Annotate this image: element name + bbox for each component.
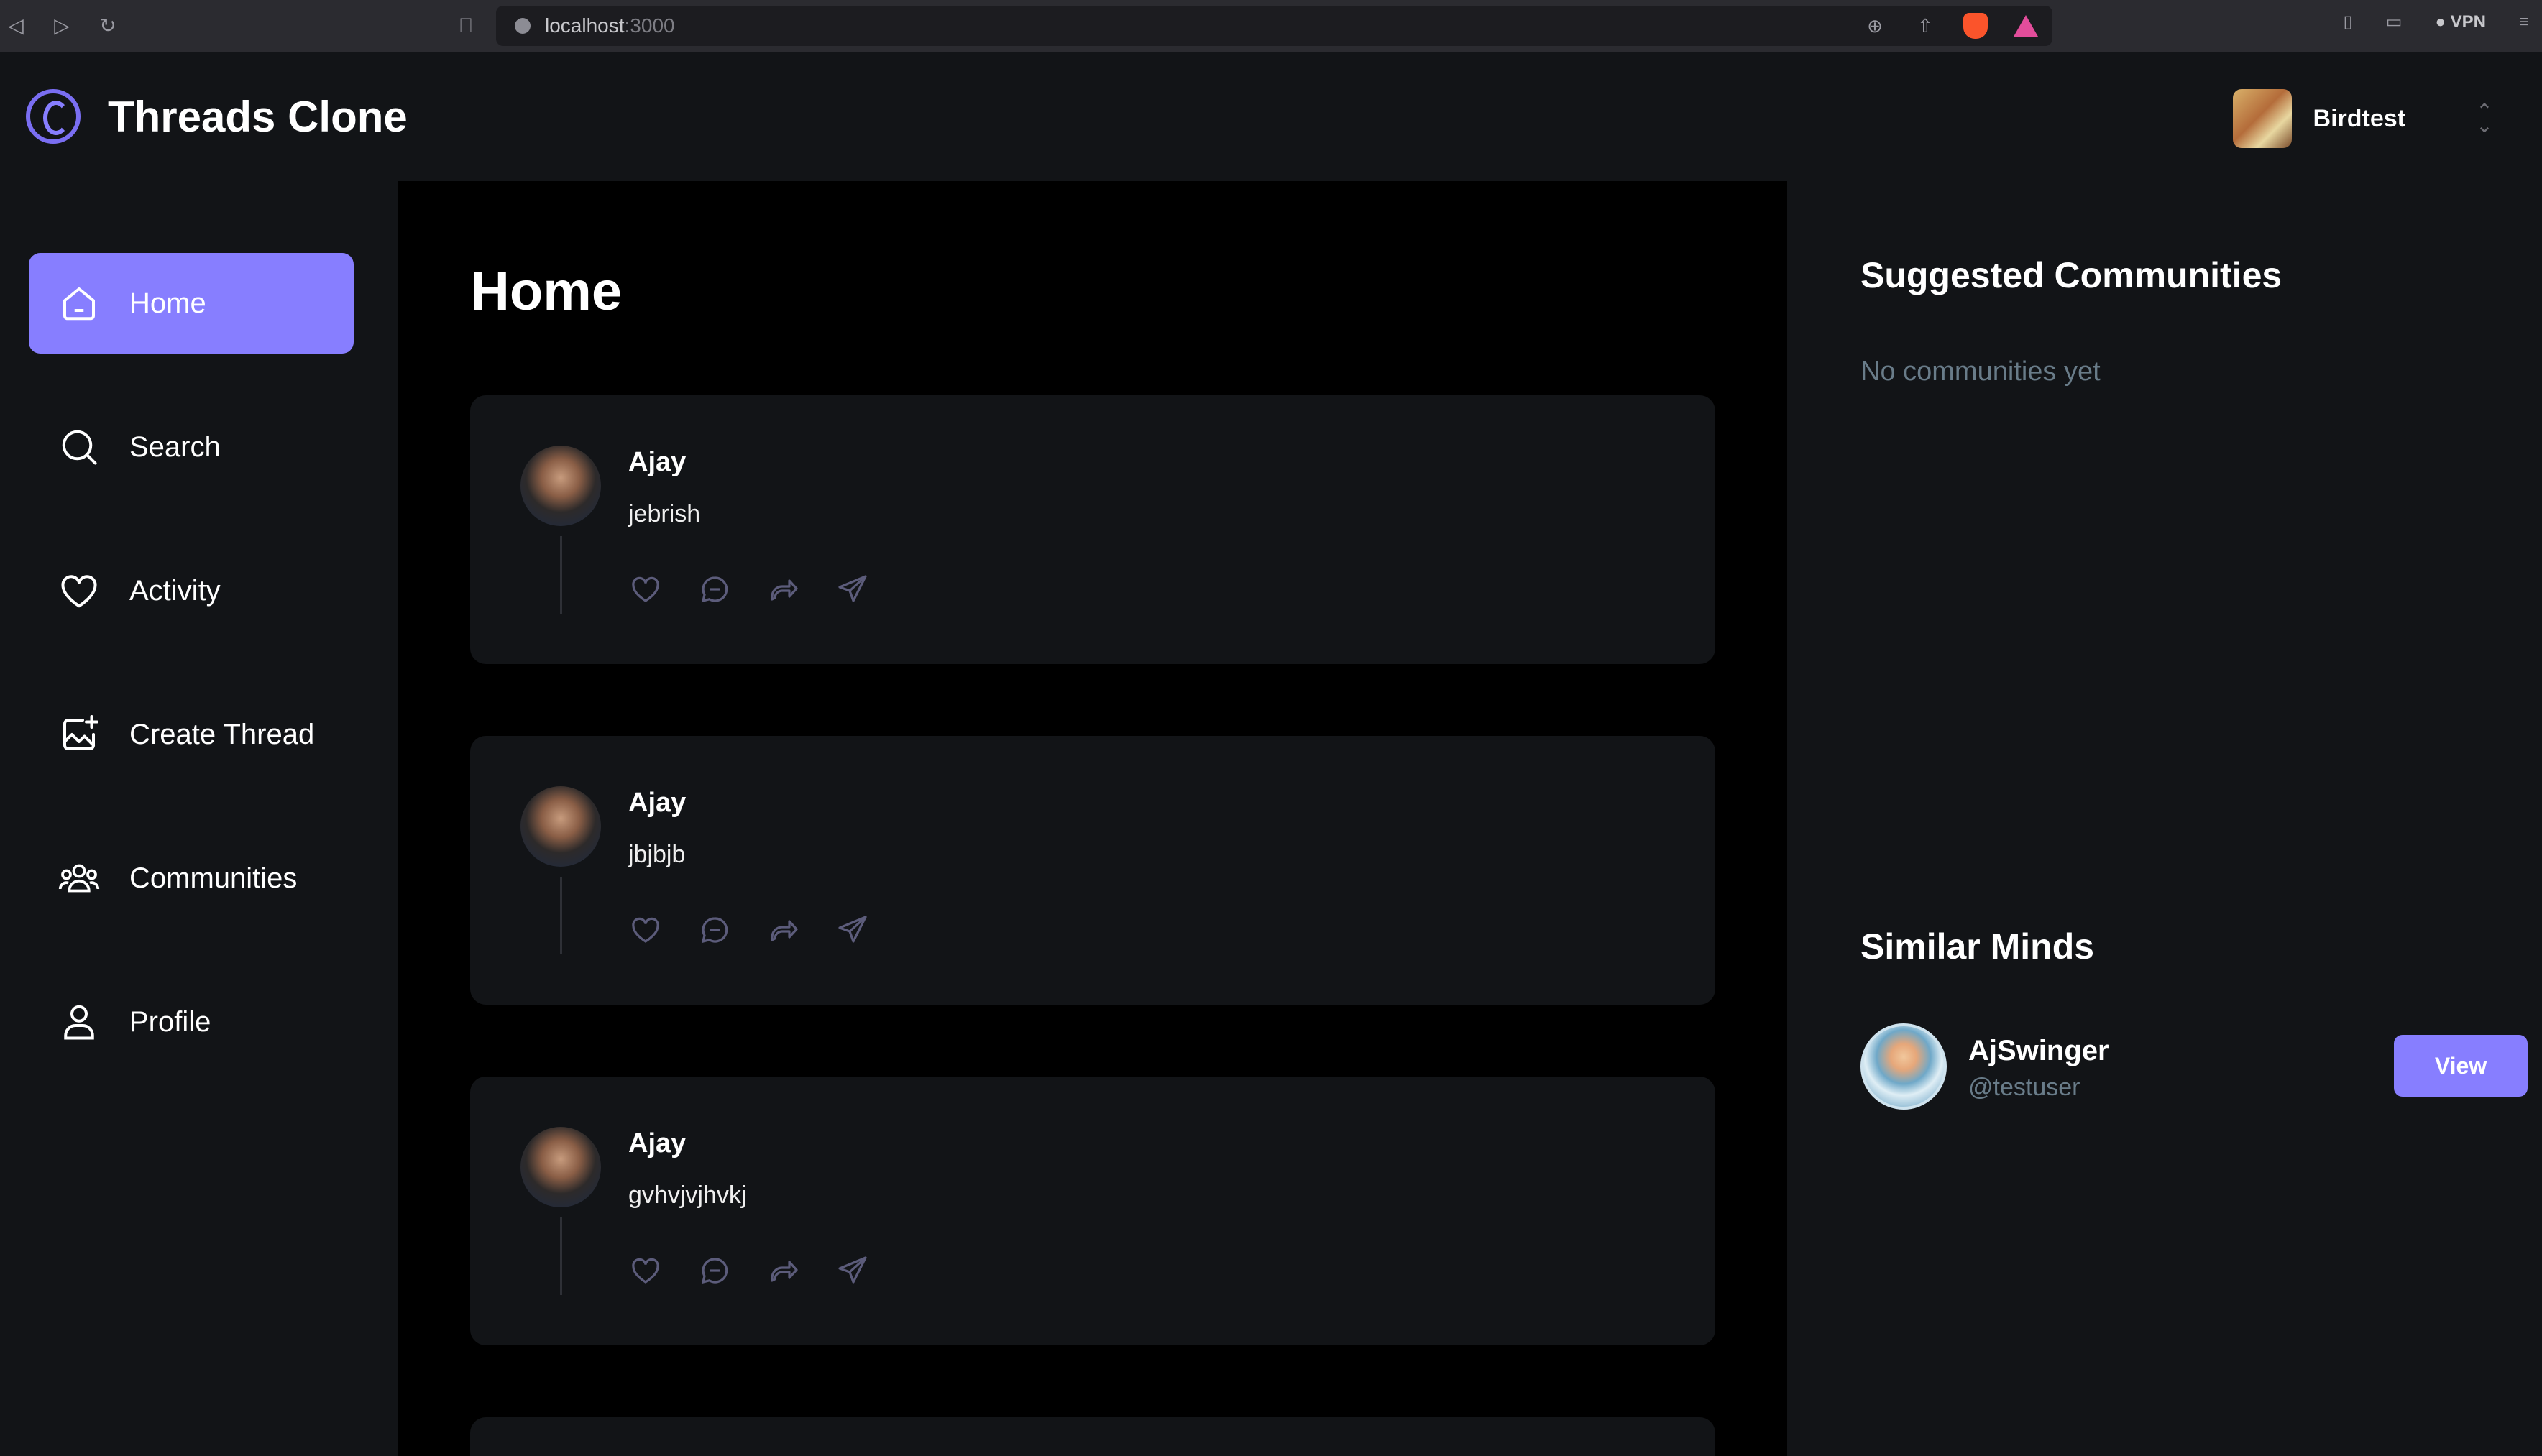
thread-author[interactable]: Ajay <box>628 1128 686 1159</box>
thread-content: gvhvjvjhvkj <box>628 1181 747 1209</box>
reply-icon[interactable] <box>697 572 732 607</box>
thread-author[interactable]: Ajay <box>628 447 686 478</box>
browser-right-controls: ▯ ▭ ● VPN ≡ <box>2344 11 2529 32</box>
sidebar-item-label: Search <box>129 430 221 463</box>
browser-toolbar: ◁ ▷ ↻ ⎕ localhost:3000 ⊕ ⇧ ▯ ▭ ● VPN ≡ <box>0 0 2542 52</box>
thread-line <box>560 877 562 954</box>
address-bar-tools: ⊕ ⇧ <box>1863 13 2038 39</box>
site-info-icon[interactable] <box>515 18 531 34</box>
logo-icon[interactable] <box>26 89 81 144</box>
sidebar-toggle-icon[interactable]: ▯ <box>2344 11 2353 32</box>
thread-card[interactable] <box>470 1417 1715 1456</box>
brave-shields-icon[interactable] <box>1963 13 1988 39</box>
share-icon[interactable]: ⇧ <box>1913 14 1937 38</box>
sidebar-item-communities[interactable]: Communities <box>29 828 354 929</box>
menu-icon[interactable]: ≡ <box>2519 12 2529 32</box>
sidebar-item-label: Create Thread <box>129 718 315 750</box>
heart-icon[interactable] <box>628 572 663 607</box>
home-icon <box>63 287 95 321</box>
brave-rewards-icon[interactable] <box>2014 15 2038 37</box>
organization-switcher[interactable]: Birdtest ⌃ ⌄ <box>2232 89 2499 148</box>
thread-content: jebrish <box>628 500 701 527</box>
org-avatar <box>2232 89 2292 148</box>
thread-content: jbjbjb <box>628 841 686 868</box>
share-icon[interactable] <box>835 572 870 607</box>
thread-card[interactable]: Ajay gvhvjvjhvkj <box>470 1077 1715 1345</box>
reply-icon[interactable] <box>697 913 732 947</box>
share-icon[interactable] <box>835 913 870 947</box>
user-card: AjSwinger @testuser View <box>1860 1023 2528 1110</box>
avatar <box>1860 1023 1947 1110</box>
page-title: Home <box>470 261 623 322</box>
heart-icon <box>61 575 97 608</box>
repost-icon[interactable] <box>766 572 801 607</box>
sidebar-item-label: Home <box>129 287 206 319</box>
thread-card[interactable]: Ajay jebrish <box>470 395 1715 664</box>
create-thread-icon <box>63 715 98 750</box>
reload-icon[interactable]: ↻ <box>95 13 121 39</box>
heart-icon[interactable] <box>628 1253 663 1288</box>
back-icon[interactable]: ◁ <box>3 13 29 39</box>
thread-line <box>560 536 562 614</box>
avatar[interactable] <box>520 446 601 526</box>
page: ◁ ▷ ↻ ⎕ localhost:3000 ⊕ ⇧ ▯ ▭ ● VPN ≡ T… <box>0 0 2542 1456</box>
address-bar[interactable]: localhost:3000 ⊕ ⇧ <box>496 6 2052 46</box>
user-name: AjSwinger <box>1968 1035 2109 1066</box>
thread-actions <box>628 572 870 607</box>
avatar[interactable] <box>520 786 601 867</box>
communities-icon <box>58 864 100 893</box>
forward-icon[interactable]: ▷ <box>49 13 75 39</box>
thread-actions <box>628 913 870 947</box>
right-sidebar: Suggested Communities No communities yet… <box>1787 181 2542 1456</box>
sidebar-item-label: Profile <box>129 1005 211 1038</box>
zoom-icon[interactable]: ⊕ <box>1863 14 1887 38</box>
app-topbar: Threads Clone Birdtest ⌃ ⌄ <box>0 52 2542 181</box>
repost-icon[interactable] <box>766 913 801 947</box>
sidebar-item-label: Activity <box>129 574 221 607</box>
sidebar-item-home[interactable]: Home <box>29 253 354 354</box>
thread-card[interactable]: Ajay jbjbjb <box>470 736 1715 1005</box>
reply-icon[interactable] <box>697 1253 732 1288</box>
empty-communities-text: No communities yet <box>1860 356 2101 387</box>
left-sidebar: Home Search Activity Create Thread Commu… <box>0 181 398 1456</box>
view-button[interactable]: View <box>2394 1035 2528 1097</box>
thread-author[interactable]: Ajay <box>628 788 686 819</box>
org-name: Birdtest <box>2313 104 2405 132</box>
share-icon[interactable] <box>835 1253 870 1288</box>
heart-icon[interactable] <box>628 913 663 947</box>
thread-line <box>560 1217 562 1295</box>
sidebar-item-search[interactable]: Search <box>29 397 354 497</box>
url-text: localhost:3000 <box>545 14 675 37</box>
bookmark-icon[interactable]: ⎕ <box>453 13 479 39</box>
suggested-communities-title: Suggested Communities <box>1860 255 2282 295</box>
profile-icon <box>64 1005 94 1040</box>
repost-icon[interactable] <box>766 1253 801 1288</box>
avatar[interactable] <box>520 1127 601 1207</box>
thread-actions <box>628 1253 870 1288</box>
chevron-up-down-icon: ⌃ ⌄ <box>2476 100 2493 137</box>
vpn-button[interactable]: ● VPN <box>2435 12 2486 32</box>
similar-minds-title: Similar Minds <box>1860 926 2095 967</box>
sidebar-item-activity[interactable]: Activity <box>29 540 354 641</box>
sidebar-item-profile[interactable]: Profile <box>29 972 354 1072</box>
main-feed: Home Ajay jebrish Ajay jbjbjb Ajay gvhvj… <box>398 181 1787 1456</box>
sidebar-item-label: Communities <box>129 862 298 894</box>
user-handle: @testuser <box>1968 1074 2080 1101</box>
wallet-icon[interactable]: ▭ <box>2386 11 2403 32</box>
sidebar-item-create-thread[interactable]: Create Thread <box>29 684 354 785</box>
search-icon <box>62 430 97 465</box>
app-title[interactable]: Threads Clone <box>108 92 408 142</box>
